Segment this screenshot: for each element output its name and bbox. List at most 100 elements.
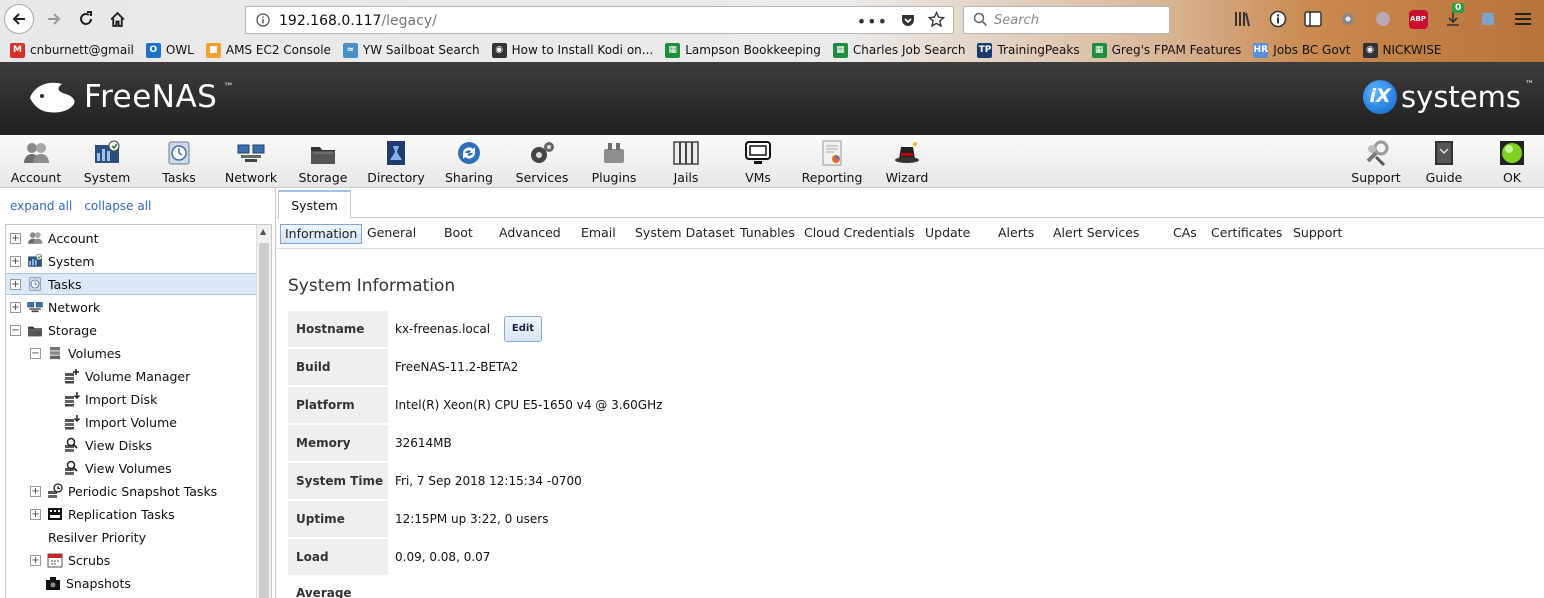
bookmark-item[interactable]: ≈ YW Sailboat Search (342, 42, 480, 58)
tree-item-scrubs[interactable]: + Scrubs (6, 549, 256, 571)
subtab-advanced[interactable]: Advanced (495, 224, 565, 244)
bookmark-item[interactable]: ▦ Lampson Bookkeeping (665, 42, 821, 58)
tree-scrollbar[interactable]: ▲ (256, 225, 271, 598)
subtab-boot[interactable]: Boot (440, 224, 477, 244)
forward-button[interactable] (40, 5, 68, 33)
back-arrow-icon (12, 13, 25, 25)
menu-network-button[interactable]: Network (215, 139, 287, 185)
subtab-system-dataset[interactable]: System Dataset (631, 224, 739, 244)
gear-extension-icon[interactable] (1337, 8, 1359, 30)
tree-item-resilver-priority[interactable]: Resilver Priority (6, 526, 256, 548)
reload-button[interactable] (72, 5, 100, 33)
tree-item-replication-tasks[interactable]: + Replication Tasks (6, 503, 256, 525)
bookmark-item[interactable]: ▦ Greg's FPAM Features (1091, 42, 1241, 58)
bookmark-item[interactable]: ■ AMS EC2 Console (205, 42, 331, 58)
subtab-information[interactable]: Information (280, 224, 363, 244)
subtab-cas[interactable]: CAs (1169, 224, 1201, 244)
bookmark-item[interactable]: Mcnburnett@gmail (10, 42, 134, 58)
bookmark-item[interactable]: HR Jobs BC Govt (1253, 42, 1351, 58)
tree-item-import-volume[interactable]: Import Volume (6, 411, 256, 433)
home-button[interactable] (103, 5, 131, 33)
menu-guide-button[interactable]: Guide (1408, 139, 1480, 185)
subtab-certificates[interactable]: Certificates (1207, 224, 1286, 244)
menu-vms-button[interactable]: VMs (722, 139, 794, 185)
tree-item-storage[interactable]: − Storage (6, 319, 256, 341)
hamburger-menu-icon[interactable] (1512, 8, 1534, 30)
url-path: /legacy/ (381, 13, 437, 29)
scrollbar-thumb[interactable] (259, 243, 269, 598)
downloads-icon[interactable]: 0 (1442, 3, 1465, 30)
tree-expander[interactable]: − (10, 324, 21, 336)
tree-item-system[interactable]: + System (6, 250, 256, 272)
bookmark-star-icon[interactable] (927, 10, 946, 31)
menu-support-button[interactable]: Support (1340, 139, 1412, 185)
subtab-update[interactable]: Update (921, 224, 974, 244)
tree-expander[interactable]: − (30, 347, 41, 359)
menu-account-button[interactable]: Account (0, 139, 72, 185)
scroll-up-arrow-icon[interactable]: ▲ (260, 227, 266, 236)
tree-item-tasks[interactable]: + Tasks (6, 273, 256, 295)
menu-storage-button[interactable]: Storage (287, 139, 359, 185)
ixsystems-logo[interactable]: iX systems ™ (1363, 80, 1534, 114)
search-bar[interactable]: Search (963, 6, 1170, 34)
subtab-general[interactable]: General (363, 224, 420, 244)
search-input[interactable]: Search (994, 13, 1039, 28)
menu-reporting-button[interactable]: Reporting (796, 139, 868, 185)
tree-expander[interactable]: + (10, 255, 21, 267)
tree-item-network[interactable]: + Network (6, 296, 256, 318)
bookmark-item[interactable]: ◉ NICKWISE (1362, 42, 1441, 58)
menu-wizard-button[interactable]: Wizard (871, 139, 943, 185)
url-bar[interactable]: 192.168.0.117/legacy/ ••• (245, 6, 954, 34)
tree-expander[interactable]: + (30, 485, 41, 497)
tree-item-volume-manager[interactable]: Volume Manager (6, 365, 256, 387)
main-tab-bar: System (277, 188, 1544, 219)
library-icon[interactable] (1232, 8, 1254, 30)
menu-services-button[interactable]: Services (506, 139, 578, 185)
site-info-icon[interactable] (256, 13, 270, 30)
menu-tasks-button[interactable]: Tasks (143, 139, 215, 185)
reader-sidebar-icon[interactable] (1302, 8, 1324, 30)
pocket-icon[interactable] (900, 12, 916, 31)
subtab-cloud-credentials[interactable]: Cloud Credentials (800, 224, 919, 244)
bookmark-item[interactable]: TP TrainingPeaks (977, 42, 1080, 58)
tree-item-view-disks[interactable]: View Disks (6, 434, 256, 456)
abp-label: ABP (1408, 9, 1428, 29)
subtab-support[interactable]: Support (1289, 224, 1346, 244)
tree-item-view-volumes[interactable]: View Volumes (6, 457, 256, 479)
menu-directory-button[interactable]: Directory (360, 139, 432, 185)
tab-system[interactable]: System (278, 190, 351, 219)
menu-ok-button[interactable]: OK (1476, 139, 1544, 185)
tree-item-periodic-snapshot-tasks[interactable]: + Periodic Snapshot Tasks (6, 480, 256, 502)
tree-expander[interactable]: + (10, 278, 21, 290)
collapse-all-link[interactable]: collapse all (84, 199, 151, 213)
menu-sharing-button[interactable]: Sharing (433, 139, 505, 185)
adblock-plus-icon[interactable]: ABP (1407, 8, 1429, 30)
profile-circle-icon[interactable] (1372, 8, 1394, 30)
subtab-email[interactable]: Email (577, 224, 620, 244)
back-button[interactable] (4, 4, 34, 34)
subtab-alert-services[interactable]: Alert Services (1049, 224, 1143, 244)
tree-expander[interactable]: + (30, 508, 41, 520)
freenas-logo[interactable]: FreeNAS ™ (26, 76, 233, 118)
tree-expander[interactable]: + (10, 301, 21, 313)
menu-plugins-button[interactable]: Plugins (578, 139, 650, 185)
subtab-tunables[interactable]: Tunables (736, 224, 799, 244)
tree-expander[interactable]: + (10, 232, 21, 244)
tree-item-account[interactable]: + Account (6, 227, 256, 249)
bookmark-item[interactable]: ◉ How to Install Kodi on... (491, 42, 653, 58)
page-actions-icon[interactable]: ••• (857, 12, 888, 31)
bookmark-item[interactable]: O OWL (145, 42, 194, 58)
puzzle-extension-icon[interactable] (1477, 8, 1499, 30)
bookmark-item[interactable]: ▦ Charles Job Search (832, 42, 965, 58)
tree-item-volumes[interactable]: − Volumes (6, 342, 256, 364)
menu-jails-button[interactable]: Jails (650, 139, 722, 185)
subtab-alerts[interactable]: Alerts (994, 224, 1038, 244)
edit-hostname-button[interactable]: Edit (504, 316, 542, 342)
tree-item-import-disk[interactable]: Import Disk (6, 388, 256, 410)
tree-expander[interactable]: + (30, 554, 41, 566)
url-text[interactable]: 192.168.0.117/legacy/ (279, 13, 437, 29)
info-extension-icon[interactable] (1267, 8, 1289, 30)
tree-item-snapshots[interactable]: Snapshots (6, 572, 256, 594)
expand-all-link[interactable]: expand all (10, 199, 72, 213)
menu-system-button[interactable]: System (71, 139, 143, 185)
